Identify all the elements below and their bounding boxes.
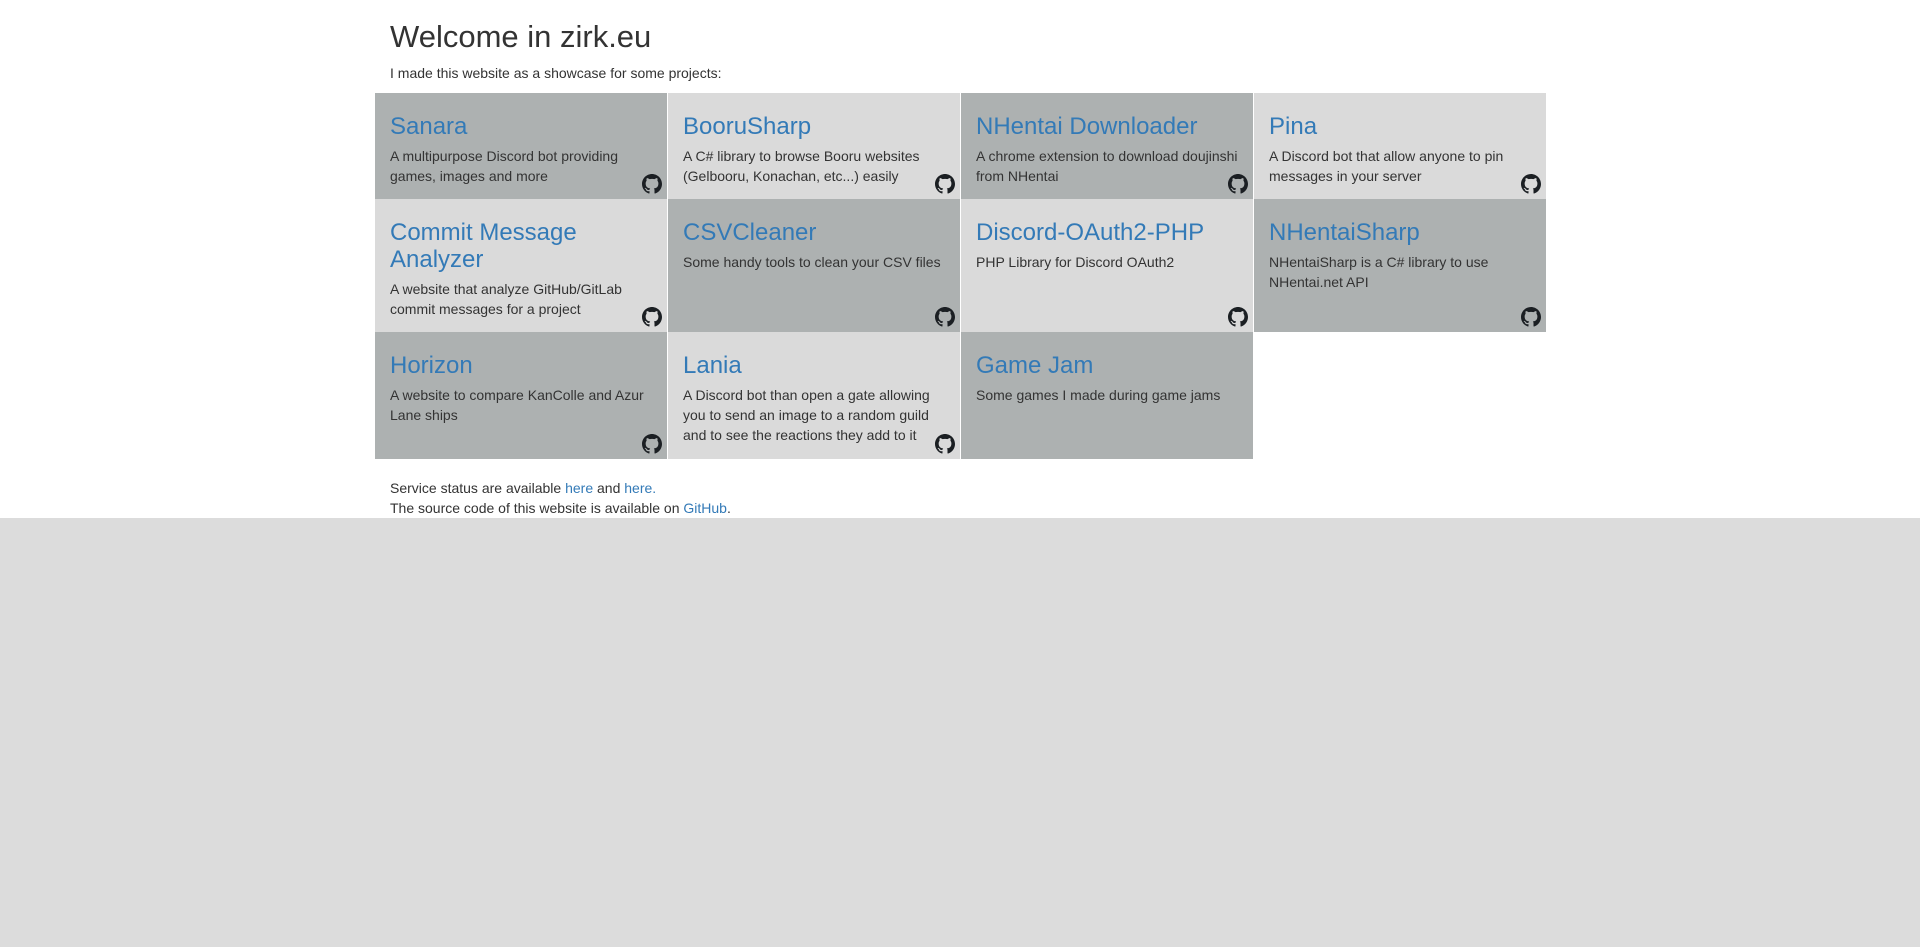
project-name-link[interactable]: Pina [1269,113,1531,140]
status-mid: and [593,480,625,496]
project-description: A Discord bot than open a gate allowing … [683,387,930,443]
project-tile: NHentai Downloader A chrome extension to … [961,93,1253,199]
project-tile: Game Jam Some games I made during game ja… [961,332,1253,459]
github-icon[interactable] [935,434,955,454]
github-icon[interactable] [1228,307,1248,327]
project-name-link[interactable]: Discord-OAuth2-PHP [976,219,1238,246]
project-tile: Sanara A multipurpose Discord bot providi… [375,93,667,199]
github-icon[interactable] [935,174,955,194]
project-name-link[interactable]: CSVCleaner [683,219,945,246]
project-tile: CSVCleaner Some handy tools to clean your… [668,199,960,332]
source-line: The source code of this website is avail… [390,498,731,518]
project-description: A chrome extension to download doujinshi… [976,148,1238,184]
status-link-2[interactable]: here. [624,480,656,496]
project-name-link[interactable]: NHentai Downloader [976,113,1238,140]
github-icon[interactable] [1521,174,1541,194]
source-github-link[interactable]: GitHub [683,500,727,516]
project-tile: Commit Message Analyzer A website that an… [375,199,667,332]
github-icon[interactable] [1228,174,1248,194]
status-line: Service status are available here and he… [390,478,731,498]
project-description: A C# library to browse Booru websites (G… [683,148,920,184]
page-top-area [0,0,1920,518]
project-tile: Horizon A website to compare KanColle and… [375,332,667,459]
project-description: Some handy tools to clean your CSV files [683,254,941,270]
status-prefix: Service status are available [390,480,566,496]
source-suffix: . [726,500,731,516]
source-prefix: The source code of this website is avail… [390,500,684,516]
project-tile: NHentaiSharp NHentaiSharp is a C# library… [1254,199,1546,332]
github-icon[interactable] [1521,307,1541,327]
project-name-link[interactable]: Sanara [390,113,652,140]
project-name-link[interactable]: Lania [683,352,945,379]
project-description: PHP Library for Discord OAuth2 [976,254,1175,270]
page-title: Welcome in zirk.eu [390,19,652,54]
project-description: A multipurpose Discord bot providing gam… [390,148,619,184]
github-icon[interactable] [935,307,955,327]
project-name-link[interactable]: NHentaiSharp [1269,219,1531,246]
project-description: NHentaiSharp is a C# library to use NHen… [1269,254,1489,290]
project-name-link[interactable]: Commit Message Analyzer [390,219,652,273]
intro-text: I made this website as a showcase for so… [390,65,722,81]
project-tile: Lania A Discord bot than open a gate allo… [668,332,960,459]
project-description: A website to compare KanColle and Azur L… [390,387,644,423]
project-description: Some games I made during game jams [976,387,1221,403]
project-tile: Discord-OAuth2-PHP PHP Library for Discor… [961,199,1253,332]
project-tile: Pina A Discord bot that allow anyone to p… [1254,93,1546,199]
footer: Service status are available here and he… [390,478,731,518]
project-tile: BooruSharp A C# library to browse Booru w… [668,93,960,199]
project-description: A website that analyze GitHub/GitLab com… [390,281,622,317]
github-icon[interactable] [642,434,662,454]
project-name-link[interactable]: BooruSharp [683,113,945,140]
github-icon[interactable] [642,174,662,194]
status-link-1[interactable]: here [565,480,593,496]
project-description: A Discord bot that allow anyone to pin m… [1269,148,1504,184]
project-name-link[interactable]: Game Jam [976,352,1238,379]
project-name-link[interactable]: Horizon [390,352,652,379]
github-icon[interactable] [642,307,662,327]
